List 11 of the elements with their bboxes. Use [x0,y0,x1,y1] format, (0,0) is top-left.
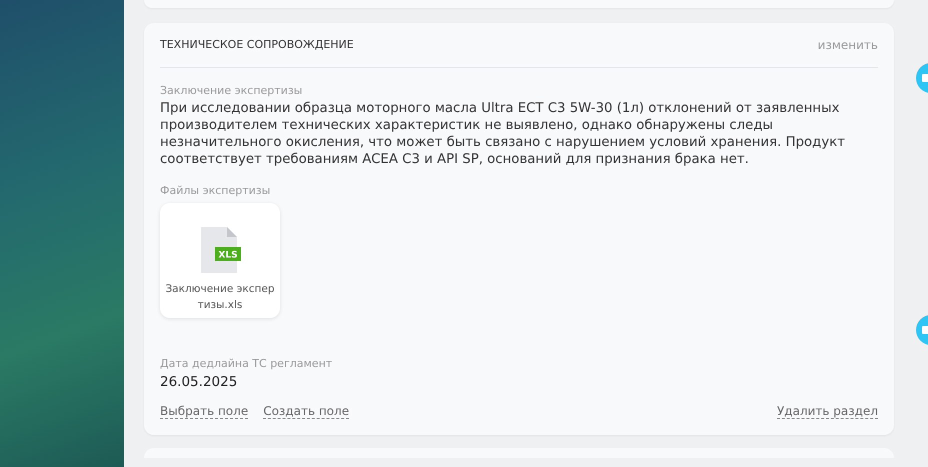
deadline-date: 26.05.2025 [160,374,238,390]
section-title: ТЕХНИЧЕСКОЕ СОПРОВОЖДЕНИЕ [160,38,354,52]
action-link[interactable]: Выбрать поле [160,404,248,419]
field-label: Файлы экспертизы [160,184,272,197]
delete-section-link[interactable]: Удалить раздел [776,404,878,419]
file-card[interactable]: XLS Заключение экспер тизы.xls [160,202,280,318]
file-name: Заключение экспер тизы.xls [164,282,276,313]
field-label: Заключение экспертизы [160,84,304,97]
conclusion-text: При исследовании образца моторного масла Ultra ECT C3 5W-30 (1л) отклонений от заявленных производителем технических характеристик не выявлено, однако обнаружены следы незначительного окисления, что может быть связано с нарушением условий хранения. Продукт соответствует требованиям ACEA C3 и API SP, оснований для признания брака нет. [160,100,846,168]
action-link[interactable]: Создать поле [263,404,350,419]
field-label: Дата дедлайна ТС регламент [160,357,334,370]
